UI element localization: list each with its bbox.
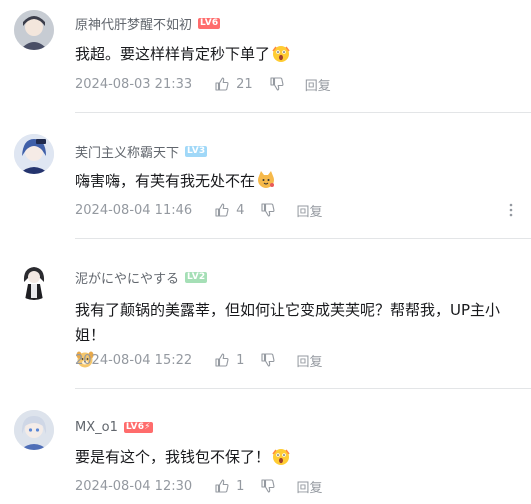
level-badge: LV3 [185, 145, 208, 157]
timestamp: 2024-08-04 12:30 [75, 478, 193, 494]
timestamp: 2024-08-03 21:33 [75, 76, 193, 92]
dislike-button[interactable] [269, 76, 285, 92]
like-count: 1 [236, 352, 245, 368]
dislike-button[interactable] [260, 202, 276, 218]
comment-text: 嗨害嗨，有芙有我无处不在 [75, 169, 521, 194]
like-button[interactable]: 1 [214, 478, 244, 494]
shocked-face-emoji [272, 449, 290, 465]
comment-text: 要是有这个，我钱包不保了！ [75, 445, 521, 470]
lightning-icon: ⚡ [144, 421, 151, 432]
level-badge: LV6 [198, 17, 221, 29]
divider [75, 388, 531, 389]
shocked-face-emoji [272, 46, 290, 62]
like-button[interactable]: 21 [214, 76, 253, 92]
reply-button[interactable]: 回复 [296, 201, 322, 220]
username-row: 泥がにやにやする LV2 [75, 268, 208, 287]
like-count: 21 [236, 76, 253, 92]
username-row: 芙门主义称霸天下 LV3 [75, 142, 208, 161]
more-button[interactable] [503, 200, 519, 220]
level-badge: LV6⚡ [123, 421, 153, 433]
thumbs-up-icon [215, 353, 229, 367]
timestamp: 2024-08-04 15:22 [75, 352, 193, 368]
divider [75, 112, 531, 113]
reply-button[interactable]: 回复 [296, 351, 322, 370]
avatar[interactable] [14, 410, 54, 450]
like-button[interactable]: 4 [214, 202, 244, 218]
username[interactable]: 原神代肝梦醒不如初 [75, 14, 192, 33]
reply-button[interactable]: 回复 [305, 75, 331, 94]
dislike-button[interactable] [260, 478, 276, 494]
thumbs-down-icon [261, 479, 275, 493]
thumbs-up-icon [215, 203, 229, 217]
avatar[interactable] [14, 260, 54, 300]
thumbs-up-icon [215, 479, 229, 493]
like-count: 1 [236, 478, 245, 494]
more-vertical-icon [509, 203, 513, 217]
username[interactable]: MX_o1 [75, 420, 118, 435]
timestamp: 2024-08-04 11:46 [75, 202, 193, 218]
thumbs-down-icon [261, 353, 275, 367]
username[interactable]: 芙门主义称霸天下 [75, 142, 179, 161]
dislike-button[interactable] [260, 352, 276, 368]
thumbs-up-icon [215, 77, 229, 91]
like-count: 4 [236, 202, 245, 218]
action-bar: 2024-08-03 21:33 21 回复 [75, 74, 531, 94]
level-badge: LV2 [185, 271, 208, 283]
username[interactable]: 泥がにやにやする [75, 268, 179, 287]
avatar[interactable] [14, 10, 54, 50]
cat-face-emoji [258, 171, 275, 188]
thumbs-down-icon [261, 203, 275, 217]
action-bar: 2024-08-04 15:22 1 回复 [75, 350, 531, 370]
username-row: 原神代肝梦醒不如初 LV6 [75, 14, 221, 33]
action-bar: 2024-08-04 11:46 4 回复 [75, 200, 531, 220]
action-bar: 2024-08-04 12:30 1 回复 [75, 476, 531, 496]
like-button[interactable]: 1 [214, 352, 244, 368]
username-row: MX_o1 LV6⚡ [75, 418, 153, 436]
reply-button[interactable]: 回复 [296, 477, 322, 496]
avatar[interactable] [14, 134, 54, 174]
divider [75, 238, 531, 239]
thumbs-down-icon [270, 77, 284, 91]
comment-text: 我超。要这样样肯定秒下单了 [75, 42, 521, 67]
